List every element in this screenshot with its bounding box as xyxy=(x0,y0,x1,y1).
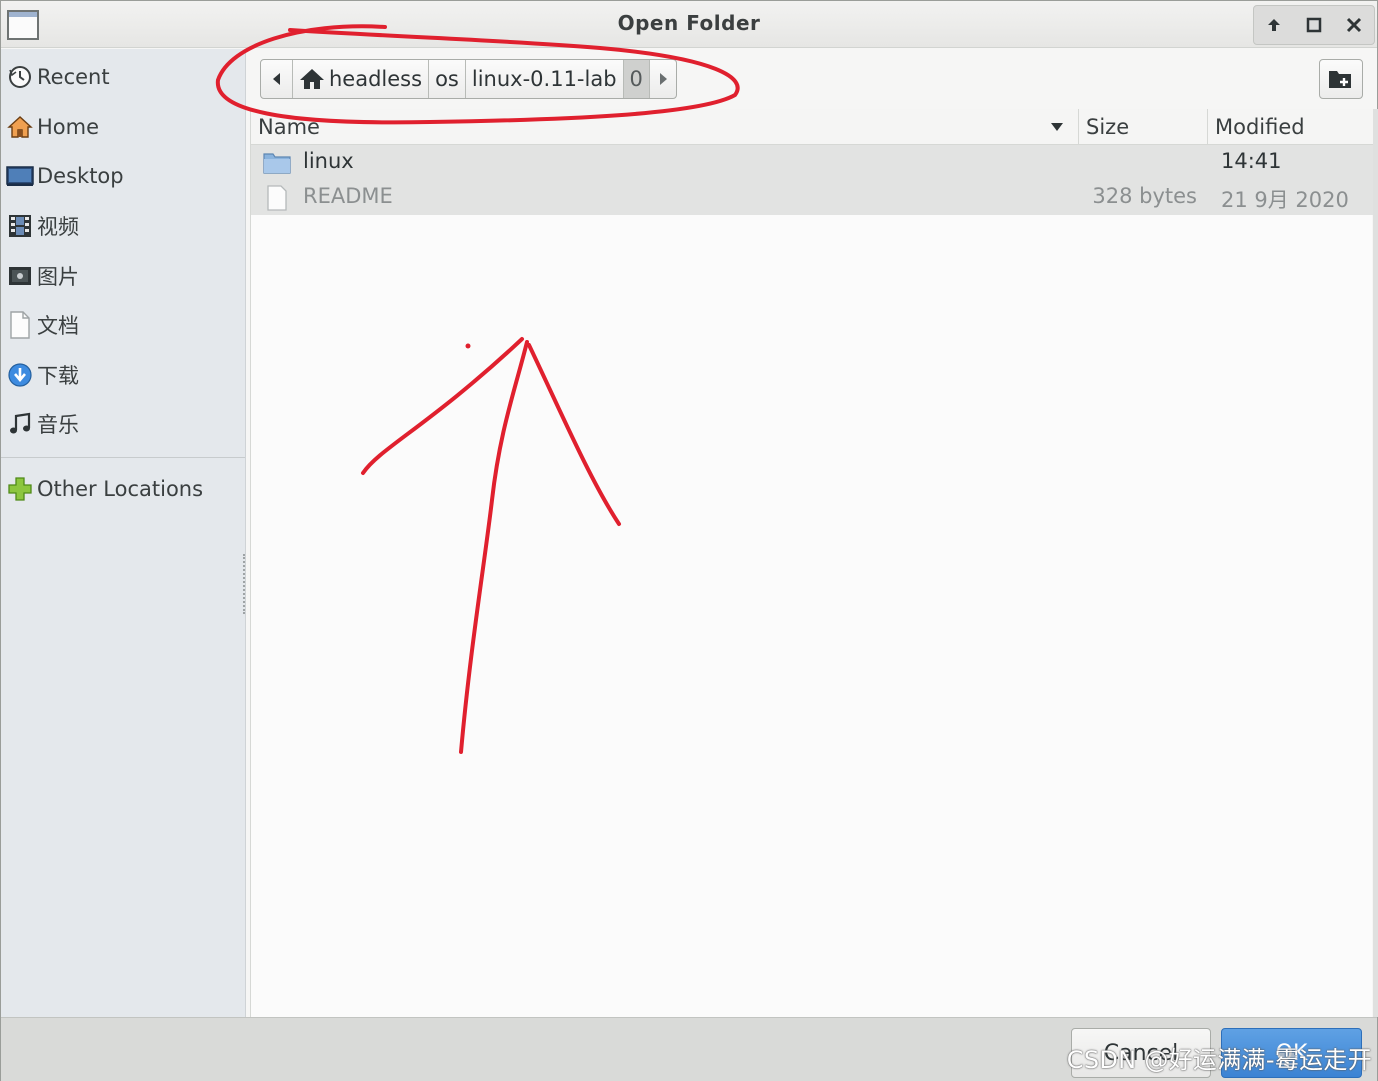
sidebar-item-other-locations[interactable]: Other Locations xyxy=(1,467,245,511)
path-segment-label: headless xyxy=(329,67,423,91)
new-folder-button[interactable] xyxy=(1319,59,1363,99)
plus-icon xyxy=(5,474,35,504)
places-sidebar: Recent Home Desktop 视频 图片 文档 下载 音乐 Other… xyxy=(1,49,246,1017)
chevron-right-icon xyxy=(659,73,667,85)
path-segment-label: 0 xyxy=(629,67,643,91)
watermark-text: CSDN @好运满满-霉运走开 xyxy=(1066,1046,1372,1074)
scrollbar-track[interactable] xyxy=(1373,109,1378,1017)
folder-icon xyxy=(263,153,291,174)
sidebar-item-home[interactable]: Home xyxy=(1,105,245,149)
column-header-size[interactable]: Size xyxy=(1079,109,1208,144)
sidebar-item-label: 下载 xyxy=(37,364,79,388)
sidebar-separator xyxy=(1,457,245,458)
picture-icon xyxy=(5,261,35,291)
arrow-up-icon xyxy=(1268,19,1280,31)
file-size: 328 bytes xyxy=(1092,184,1197,208)
music-icon xyxy=(5,409,35,439)
sidebar-item-videos[interactable]: 视频 xyxy=(1,204,245,248)
sidebar-item-label: 图片 xyxy=(37,265,79,289)
maximize-button[interactable] xyxy=(1301,12,1327,38)
path-segment-os[interactable]: os xyxy=(429,60,466,98)
column-headers: Name Size Modified xyxy=(251,109,1373,145)
recent-icon xyxy=(5,62,35,92)
home-icon xyxy=(5,112,35,142)
column-header-label: Modified xyxy=(1215,114,1305,139)
sidebar-item-music[interactable]: 音乐 xyxy=(1,402,245,446)
close-button[interactable] xyxy=(1341,12,1367,38)
path-segment-current[interactable]: 0 xyxy=(623,60,650,98)
sidebar-item-label: Desktop xyxy=(37,164,124,188)
file-modified: 21 9月 2020 xyxy=(1221,188,1349,212)
path-segment-label: os xyxy=(435,67,459,91)
sidebar-item-documents[interactable]: 文档 xyxy=(1,303,245,347)
title-bar[interactable]: Open Folder xyxy=(1,1,1377,48)
window-controls xyxy=(1253,5,1375,45)
path-scroll-right-button[interactable] xyxy=(650,60,676,98)
close-icon xyxy=(1346,17,1362,33)
open-folder-dialog: Open Folder Recent Home Desktop 视频 图片 文档… xyxy=(0,0,1378,1081)
path-segment-label: linux-0.11-lab xyxy=(471,67,617,91)
path-scroll-left-button[interactable] xyxy=(261,60,293,98)
column-header-label: Size xyxy=(1086,114,1130,139)
file-list: Name Size Modified linux 14:41 README 32… xyxy=(250,109,1373,1017)
file-name: README xyxy=(303,184,393,208)
sidebar-item-label: 音乐 xyxy=(37,413,79,437)
sidebar-item-label: Home xyxy=(37,115,100,139)
sidebar-item-label: Recent xyxy=(37,65,110,89)
sidebar-item-pictures[interactable]: 图片 xyxy=(1,254,245,298)
minimize-button[interactable] xyxy=(1261,12,1287,38)
sidebar-item-desktop[interactable]: Desktop xyxy=(1,154,245,198)
column-header-label: Name xyxy=(258,114,320,139)
sidebar-item-recent[interactable]: Recent xyxy=(1,55,245,99)
sort-descending-icon xyxy=(1051,123,1063,131)
desktop-icon xyxy=(5,161,35,191)
path-segment-linux-lab[interactable]: linux-0.11-lab xyxy=(466,60,624,98)
chevron-left-icon xyxy=(272,73,280,85)
path-segment-headless[interactable]: headless xyxy=(293,60,430,98)
column-header-name[interactable]: Name xyxy=(251,109,1079,144)
sidebar-resize-handle[interactable] xyxy=(243,554,247,614)
window-title: Open Folder xyxy=(617,11,761,35)
file-name: linux xyxy=(303,149,354,173)
document-icon xyxy=(5,310,35,340)
path-bar: headless os linux-0.11-lab 0 xyxy=(260,59,677,99)
sidebar-item-downloads[interactable]: 下载 xyxy=(1,353,245,397)
file-icon xyxy=(267,185,287,211)
download-icon xyxy=(5,360,35,390)
video-icon xyxy=(5,211,35,241)
table-row[interactable]: README 328 bytes 21 9月 2020 xyxy=(251,180,1373,215)
column-header-modified[interactable]: Modified xyxy=(1208,109,1373,144)
table-row[interactable]: linux 14:41 xyxy=(251,145,1373,180)
sidebar-item-label: Other Locations xyxy=(37,477,204,501)
sidebar-item-label: 文档 xyxy=(37,314,79,338)
sidebar-item-label: 视频 xyxy=(37,215,79,239)
new-folder-icon xyxy=(1329,71,1351,88)
home-icon xyxy=(300,69,324,89)
maximize-icon xyxy=(1306,17,1322,33)
file-modified: 14:41 xyxy=(1221,149,1282,173)
